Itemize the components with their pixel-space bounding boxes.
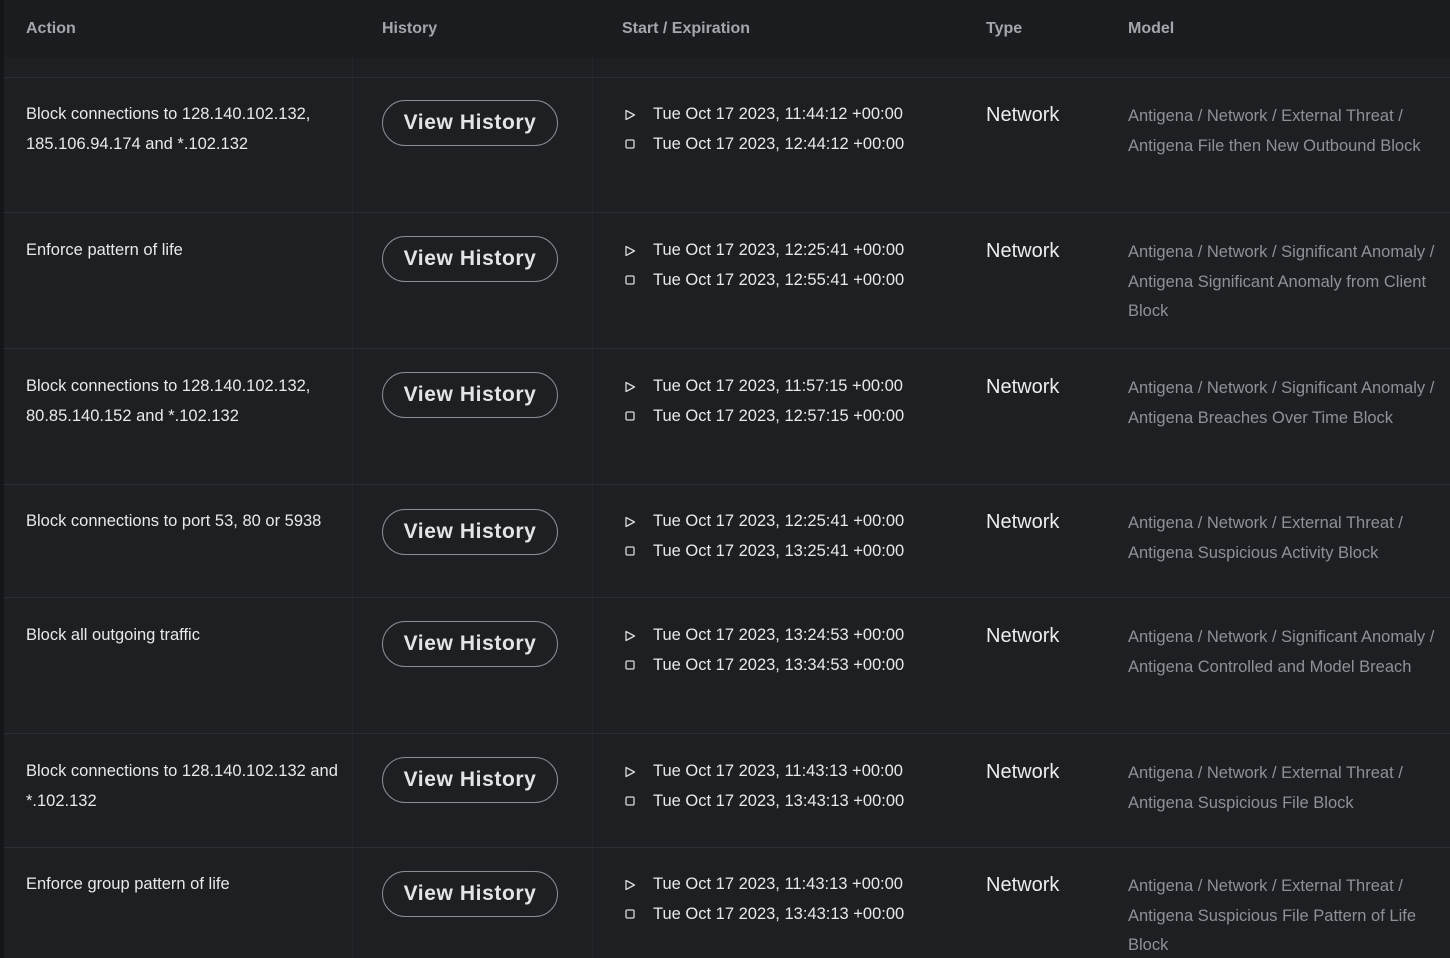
start-time-text: Tue Oct 17 2023, 11:43:13 +00:00 [653, 762, 903, 781]
expiration-time-text: Tue Oct 17 2023, 13:34:53 +00:00 [653, 655, 905, 674]
expiration-time: Tue Oct 17 2023, 13:25:41 +00:00 [624, 537, 974, 567]
start-time-text: Tue Oct 17 2023, 12:25:41 +00:00 [653, 512, 905, 531]
expiration-time-text: Tue Oct 17 2023, 12:55:41 +00:00 [653, 270, 905, 289]
start-time-text: Tue Oct 17 2023, 13:24:53 +00:00 [653, 626, 905, 645]
table-row: Enforce group pattern of life View Histo… [4, 847, 1450, 958]
start-expiration-cell: Tue Oct 17 2023, 12:25:41 +00:00 Tue Oct… [624, 236, 974, 295]
play-outline-icon [625, 245, 636, 256]
expiration-time-text: Tue Oct 17 2023, 13:43:13 +00:00 [653, 904, 905, 923]
stop-outline-icon [625, 275, 635, 285]
view-history-button[interactable]: View History [382, 509, 558, 555]
table-row: Block connections to 128.140.102.132 and… [4, 733, 1450, 848]
type-cell: Network [986, 376, 1060, 398]
stop-outline-icon [625, 909, 635, 919]
type-cell: Network [986, 104, 1060, 126]
table-row: Block all outgoing traffic View History … [4, 597, 1450, 734]
play-outline-icon [625, 630, 636, 641]
expiration-time-text: Tue Oct 17 2023, 12:57:15 +00:00 [653, 406, 905, 425]
action-cell: Block all outgoing traffic [26, 626, 200, 644]
play-outline-icon [625, 766, 636, 777]
type-cell: Network [986, 240, 1060, 262]
model-cell: Antigena / Network / External Threat / A… [1128, 764, 1403, 812]
view-history-button[interactable]: View History [382, 100, 558, 146]
start-time: Tue Oct 17 2023, 13:24:53 +00:00 [624, 621, 974, 651]
action-cell: Enforce pattern of life [26, 241, 183, 259]
column-header-type[interactable]: Type [986, 20, 1022, 38]
column-header-action[interactable]: Action [26, 20, 76, 38]
table-row: Enforce pattern of life View History Tue… [4, 212, 1450, 349]
stop-outline-icon [625, 411, 635, 421]
view-history-button[interactable]: View History [382, 372, 558, 418]
stop-outline-icon [625, 796, 635, 806]
expiration-time: Tue Oct 17 2023, 13:43:13 +00:00 [624, 900, 974, 930]
type-cell: Network [986, 511, 1060, 533]
model-cell: Antigena / Network / External Threat / A… [1128, 877, 1417, 954]
expiration-time: Tue Oct 17 2023, 12:57:15 +00:00 [624, 402, 974, 432]
expiration-time-text: Tue Oct 17 2023, 13:25:41 +00:00 [653, 541, 905, 560]
start-time-text: Tue Oct 17 2023, 11:44:12 +00:00 [653, 105, 903, 124]
play-outline-icon [625, 109, 636, 120]
start-expiration-cell: Tue Oct 17 2023, 11:43:13 +00:00 Tue Oct… [624, 757, 974, 816]
view-history-button[interactable]: View History [382, 757, 558, 803]
stop-outline-icon [625, 546, 635, 556]
view-history-button[interactable]: View History [382, 871, 558, 917]
action-cell: Block connections to 128.140.102.132 and… [26, 762, 338, 810]
actions-table: Action History Start / Expiration Type M… [4, 0, 1450, 958]
type-cell: Network [986, 761, 1060, 783]
column-header-history[interactable]: History [382, 20, 437, 38]
view-history-button[interactable]: View History [382, 621, 558, 667]
expiration-time-text: Tue Oct 17 2023, 12:44:12 +00:00 [653, 134, 905, 153]
play-outline-icon [625, 516, 636, 527]
start-expiration-cell: Tue Oct 17 2023, 11:44:12 +00:00 Tue Oct… [624, 100, 974, 159]
start-time: Tue Oct 17 2023, 11:57:15 +00:00 [624, 372, 974, 402]
start-time-text: Tue Oct 17 2023, 11:43:13 +00:00 [653, 875, 903, 894]
expiration-time: Tue Oct 17 2023, 13:34:53 +00:00 [624, 651, 974, 681]
start-time: Tue Oct 17 2023, 11:43:13 +00:00 [624, 870, 974, 900]
start-time: Tue Oct 17 2023, 12:25:41 +00:00 [624, 507, 974, 537]
start-expiration-cell: Tue Oct 17 2023, 12:25:41 +00:00 Tue Oct… [624, 507, 974, 566]
model-cell: Antigena / Network / Significant Anomaly… [1128, 628, 1435, 676]
start-time: Tue Oct 17 2023, 11:43:13 +00:00 [624, 757, 974, 787]
model-cell: Antigena / Network / External Threat / A… [1128, 107, 1421, 155]
action-cell: Enforce group pattern of life [26, 875, 230, 893]
type-cell: Network [986, 874, 1060, 896]
expiration-time: Tue Oct 17 2023, 12:44:12 +00:00 [624, 130, 974, 160]
start-expiration-cell: Tue Oct 17 2023, 11:57:15 +00:00 Tue Oct… [624, 372, 974, 431]
start-expiration-cell: Tue Oct 17 2023, 11:43:13 +00:00 Tue Oct… [624, 870, 974, 929]
start-time-text: Tue Oct 17 2023, 12:25:41 +00:00 [653, 241, 905, 260]
model-cell: Antigena / Network / External Threat / A… [1128, 514, 1403, 562]
table-row: Block connections to port 53, 80 or 5938… [4, 484, 1450, 598]
start-expiration-cell: Tue Oct 17 2023, 13:24:53 +00:00 Tue Oct… [624, 621, 974, 680]
expiration-time: Tue Oct 17 2023, 12:55:41 +00:00 [624, 266, 974, 296]
column-header-model[interactable]: Model [1128, 20, 1174, 38]
column-header-start-expiration[interactable]: Start / Expiration [622, 20, 750, 38]
model-cell: Antigena / Network / Significant Anomaly… [1128, 243, 1435, 320]
model-cell: Antigena / Network / Significant Anomaly… [1128, 379, 1435, 427]
action-cell: Block connections to 128.140.102.132, 80… [26, 377, 311, 425]
play-outline-icon [625, 879, 636, 890]
type-cell: Network [986, 625, 1060, 647]
action-cell: Block connections to 128.140.102.132, 18… [26, 105, 311, 153]
start-time: Tue Oct 17 2023, 11:44:12 +00:00 [624, 100, 974, 130]
stop-outline-icon [625, 139, 635, 149]
table-header: Action History Start / Expiration Type M… [4, 0, 1450, 58]
start-time-text: Tue Oct 17 2023, 11:57:15 +00:00 [653, 377, 903, 396]
play-outline-icon [625, 381, 636, 392]
table-row: Block connections to 128.140.102.132, 80… [4, 348, 1450, 485]
stop-outline-icon [625, 660, 635, 670]
start-time: Tue Oct 17 2023, 12:25:41 +00:00 [624, 236, 974, 266]
view-history-button[interactable]: View History [382, 236, 558, 282]
table-row: Block connections to 128.140.102.132, 18… [4, 77, 1450, 213]
expiration-time: Tue Oct 17 2023, 13:43:13 +00:00 [624, 787, 974, 817]
expiration-time-text: Tue Oct 17 2023, 13:43:13 +00:00 [653, 791, 905, 810]
action-cell: Block connections to port 53, 80 or 5938 [26, 512, 322, 530]
